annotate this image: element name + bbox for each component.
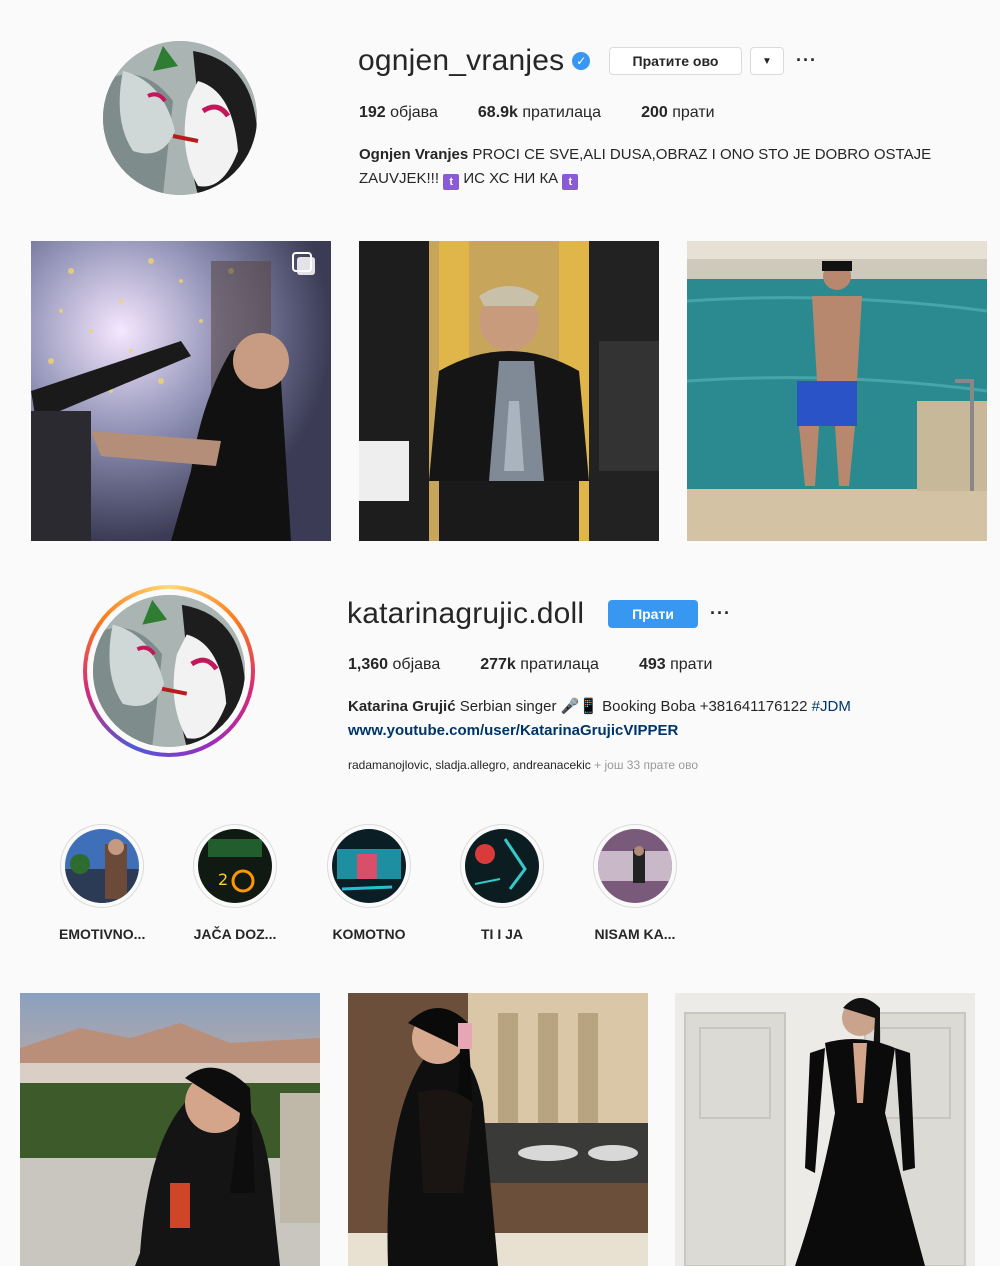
profile2-bio-text: Serbian singer 🎤📱 Booking Boba +38164117… [459, 698, 808, 715]
avatar-image [93, 595, 245, 747]
post-tile[interactable] [675, 993, 975, 1266]
followers-count[interactable]: 277k пратилаца [480, 656, 599, 674]
svg-text:2: 2 [218, 870, 228, 889]
post-tile[interactable] [31, 241, 331, 541]
posts-count: 1,360 објава [348, 656, 441, 673]
highlight-label: TI I JA [480, 926, 523, 942]
profile2-follow-button[interactable]: Прати [608, 600, 698, 628]
profile1-more-options-icon[interactable]: ··· [796, 50, 817, 71]
profile1-full-name: Ognjen Vranjes [359, 146, 469, 163]
followers-count[interactable]: 68.9k пратилаца [478, 104, 601, 122]
highlight-ring: 2 [193, 824, 277, 908]
story-highlight[interactable]: TI I JA [459, 824, 545, 942]
highlight-cover-image [465, 829, 539, 903]
t-emoji-icon: t [562, 174, 579, 190]
story-highlight[interactable]: KOMOTNO [326, 824, 412, 942]
profile2-username[interactable]: katarinagrujic.doll [347, 597, 584, 630]
post-image [20, 993, 320, 1266]
t-emoji-icon: t [443, 174, 460, 190]
profile2-bio: Katarina Grujić Serbian singer 🎤📱 Bookin… [348, 695, 968, 743]
highlight-cover-image [598, 829, 672, 903]
highlight-label: JAČA DOZ... [193, 926, 277, 942]
highlight-ring [60, 824, 144, 908]
profile1-username-row: ognjen_vranjes ✓ [358, 44, 591, 78]
profile2-hashtag[interactable]: #JDM [812, 698, 851, 715]
story-highlight[interactable]: 2 JAČA DOZ... [192, 824, 278, 942]
profile1-username[interactable]: ognjen_vranjes [358, 44, 564, 78]
post-image [675, 993, 975, 1266]
profile2-more-options-icon[interactable]: ··· [710, 603, 731, 624]
followed-by-more: + још 33 прате ово [594, 758, 699, 772]
chevron-down-icon: ▼ [762, 55, 772, 67]
story-highlight[interactable]: EMOTIVNO... [59, 824, 145, 942]
highlight-label: KOMOTNO [332, 926, 406, 942]
post-image [359, 241, 659, 541]
profile1-avatar[interactable] [103, 41, 257, 195]
profile2-full-name: Katarina Grujić [348, 698, 456, 715]
profile2-stats: 1,360 објава 277k пратилаца 493 прати [348, 656, 712, 674]
profile2-username-row: katarinagrujic.doll [347, 597, 584, 631]
highlight-label: EMOTIVNO... [59, 926, 146, 942]
highlight-cover-image [332, 829, 406, 903]
highlight-ring [327, 824, 411, 908]
profile2-avatar[interactable] [93, 595, 245, 747]
post-image [31, 241, 331, 541]
post-tile[interactable] [687, 241, 987, 541]
verified-badge-icon: ✓ [572, 52, 591, 70]
followed-by-names: radamanojlovic, sladja.allegro, andreana… [348, 758, 591, 772]
highlight-ring [460, 824, 544, 908]
posts-count: 192 објава [359, 104, 438, 121]
post-image [687, 241, 987, 541]
post-tile[interactable] [359, 241, 659, 541]
highlight-ring [593, 824, 677, 908]
post-image [348, 993, 648, 1266]
post-tile[interactable] [20, 993, 320, 1266]
profile2-followed-by[interactable]: radamanojlovic, sladja.allegro, andreana… [348, 758, 698, 772]
post-tile[interactable] [348, 993, 648, 1266]
profile2-website-link[interactable]: www.youtube.com/user/KatarinaGrujicVIPPE… [348, 722, 678, 739]
following-count[interactable]: 200 прати [641, 104, 715, 122]
following-count[interactable]: 493 прати [639, 656, 713, 674]
profile1-stats: 192 објава 68.9k пратилаца 200 прати [359, 104, 715, 122]
profile1-bio-line2a: ZAUVJEK!!! [359, 170, 440, 187]
story-highlight[interactable]: NISAM KA... [592, 824, 678, 942]
profile1-follow-button[interactable]: Пратите ово [609, 47, 742, 75]
highlight-label: NISAM KA... [594, 926, 676, 942]
profile1-bio: Ognjen Vranjes PROCI CE SVE,ALI DUSA,OBR… [359, 143, 959, 191]
profile1-dropdown-button[interactable]: ▼ [750, 47, 784, 75]
highlight-cover-image: 2 [198, 829, 272, 903]
profile1-bio-line1: PROCI CE SVE,ALI DUSA,OBRAZ I ONO STO JE… [472, 146, 932, 163]
profile1-bio-line2b: ИС ХС НИ КА [463, 170, 559, 187]
avatar-image [103, 41, 257, 195]
highlight-cover-image [65, 829, 139, 903]
